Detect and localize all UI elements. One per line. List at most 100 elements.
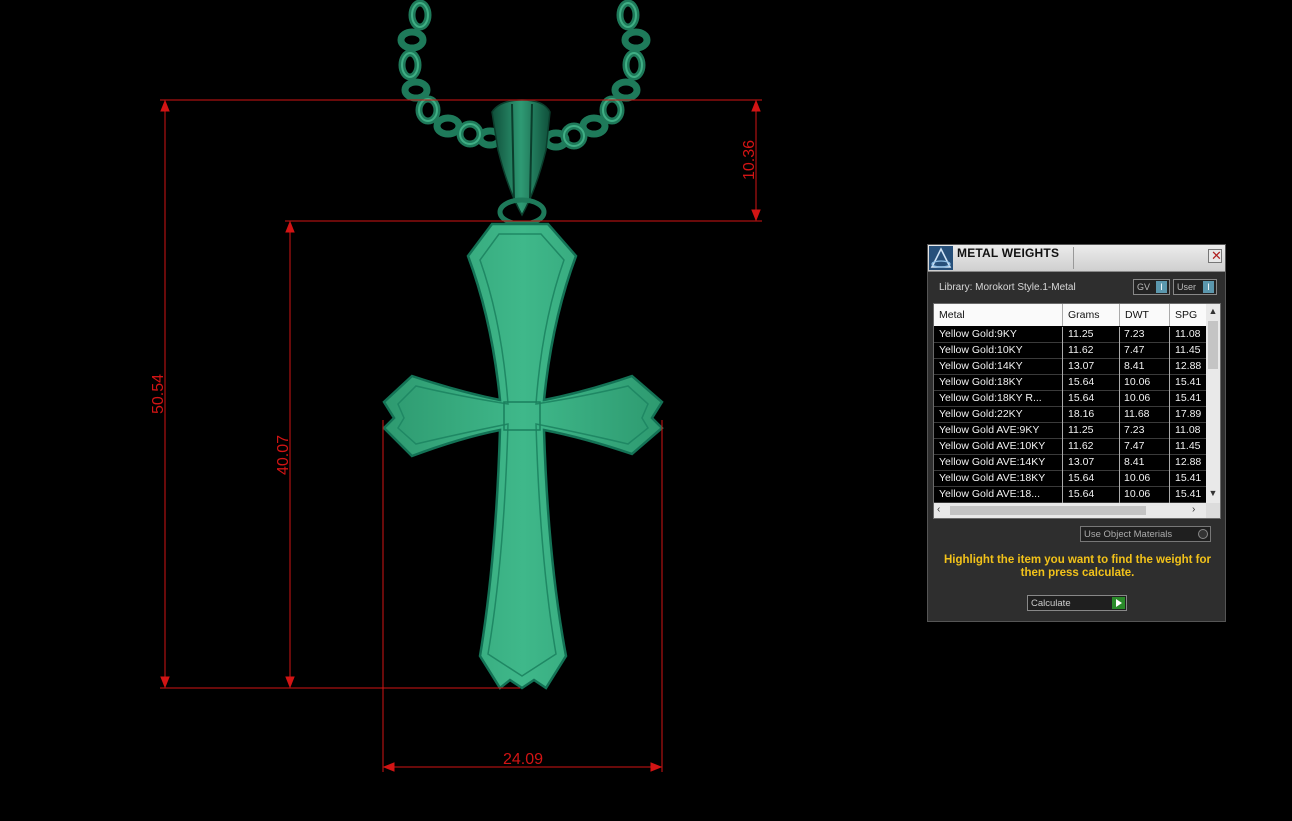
cell-metal: Yellow Gold:10KY xyxy=(939,344,1023,356)
cell-dwt: 8.41 xyxy=(1124,360,1145,372)
column-header-grams[interactable]: Grams xyxy=(1068,309,1100,321)
panel-title-bar[interactable]: METAL WEIGHTS ✕ xyxy=(928,245,1225,272)
cell-spg: 12.88 xyxy=(1175,360,1202,372)
app-logo-icon xyxy=(929,246,953,270)
table-row[interactable]: Yellow Gold AVE:10KY 11.62 7.47 11.45 xyxy=(934,439,1206,455)
play-arrow-icon xyxy=(1112,597,1125,609)
table-row[interactable]: Yellow Gold AVE:9KY 11.25 7.23 11.08 xyxy=(934,423,1206,439)
cell-spg: 11.08 xyxy=(1175,328,1201,340)
cell-dwt: 10.06 xyxy=(1124,392,1151,404)
cell-grams: 11.25 xyxy=(1068,424,1094,436)
table-row[interactable]: Yellow Gold:18KY R... 15.64 10.06 15.41 xyxy=(934,391,1206,407)
cell-metal: Yellow Gold:18KY xyxy=(939,376,1023,388)
cell-spg: 15.41 xyxy=(1175,376,1202,388)
cell-grams: 15.64 xyxy=(1068,488,1095,500)
cell-metal: Yellow Gold AVE:10KY xyxy=(939,440,1046,452)
toggle-indicator-icon: I xyxy=(1203,281,1214,293)
calculate-button[interactable]: Calculate xyxy=(1027,595,1127,611)
scroll-corner xyxy=(1206,503,1220,518)
cell-grams: 18.16 xyxy=(1068,408,1095,420)
cell-grams: 11.62 xyxy=(1068,440,1094,452)
cell-metal: Yellow Gold AVE:14KY xyxy=(939,456,1046,468)
toggle-indicator-icon: I xyxy=(1156,281,1167,293)
cell-spg: 11.45 xyxy=(1175,344,1201,356)
gv-label: GV xyxy=(1137,282,1151,292)
close-button[interactable]: ✕ xyxy=(1208,248,1222,263)
column-divider xyxy=(1062,327,1063,503)
cross-pendant xyxy=(382,222,664,690)
cell-grams: 13.07 xyxy=(1068,360,1095,372)
close-icon: ✕ xyxy=(1211,248,1222,263)
cell-dwt: 7.47 xyxy=(1124,440,1145,452)
cell-grams: 13.07 xyxy=(1068,456,1095,468)
dim-bail-height: 10.36 xyxy=(741,140,758,180)
use-object-materials-label: Use Object Materials xyxy=(1084,529,1173,540)
cell-dwt: 7.23 xyxy=(1124,328,1145,340)
library-label: Library: Morokort Style.1-Metal xyxy=(939,282,1076,293)
horizontal-scrollbar[interactable]: ‹ › xyxy=(934,503,1206,518)
cell-dwt: 10.06 xyxy=(1124,472,1151,484)
dim-total-height: 50.54 xyxy=(150,374,167,414)
cell-spg: 15.41 xyxy=(1175,472,1202,484)
cell-dwt: 11.68 xyxy=(1124,408,1150,420)
table-row[interactable]: Yellow Gold:9KY 11.25 7.23 11.08 xyxy=(934,327,1206,343)
horizontal-scroll-thumb[interactable] xyxy=(950,506,1146,515)
cell-metal: Yellow Gold:18KY R... xyxy=(939,392,1042,404)
scroll-right-icon[interactable]: › xyxy=(1192,504,1195,515)
instruction-text: Highlight the item you want to find the … xyxy=(943,554,1212,579)
use-object-materials-toggle[interactable]: Use Object Materials xyxy=(1080,526,1211,542)
column-header-metal[interactable]: Metal xyxy=(939,309,965,321)
cell-metal: Yellow Gold AVE:18... xyxy=(939,488,1040,500)
cell-dwt: 8.41 xyxy=(1124,456,1145,468)
header-divider xyxy=(1119,304,1120,326)
metal-table: Metal Grams DWT SPG Yellow Gold:9KY 11.25… xyxy=(933,303,1221,519)
user-toggle[interactable]: User I xyxy=(1173,279,1217,295)
metal-weights-panel: METAL WEIGHTS ✕ Library: Morokort Style.… xyxy=(927,244,1226,622)
table-row[interactable]: Yellow Gold:14KY 13.07 8.41 12.88 xyxy=(934,359,1206,375)
user-label: User xyxy=(1177,282,1197,292)
cell-spg: 12.88 xyxy=(1175,456,1202,468)
table-row[interactable]: Yellow Gold AVE:14KY 13.07 8.41 12.88 xyxy=(934,455,1206,471)
cell-grams: 11.25 xyxy=(1068,328,1094,340)
column-divider xyxy=(1169,327,1170,503)
title-separator xyxy=(1073,247,1074,269)
cell-dwt: 10.06 xyxy=(1124,488,1151,500)
table-header: Metal Grams DWT SPG xyxy=(934,304,1206,326)
dim-width: 24.09 xyxy=(503,751,543,768)
cell-grams: 11.62 xyxy=(1068,344,1094,356)
cell-dwt: 7.47 xyxy=(1124,344,1145,356)
cell-metal: Yellow Gold AVE:9KY xyxy=(939,424,1040,436)
radio-icon xyxy=(1198,529,1208,539)
table-row[interactable]: Yellow Gold:10KY 11.62 7.47 11.45 xyxy=(934,343,1206,359)
cell-metal: Yellow Gold AVE:18KY xyxy=(939,472,1046,484)
calculate-label: Calculate xyxy=(1031,598,1071,609)
vertical-scrollbar[interactable]: ▲ ▼ xyxy=(1206,304,1220,503)
cell-metal: Yellow Gold:9KY xyxy=(939,328,1017,340)
column-divider xyxy=(1119,327,1120,503)
scroll-down-icon[interactable]: ▼ xyxy=(1206,488,1220,500)
vertical-scroll-thumb[interactable] xyxy=(1208,321,1218,369)
cell-grams: 15.64 xyxy=(1068,376,1095,388)
cell-spg: 17.89 xyxy=(1175,408,1202,420)
gv-toggle[interactable]: GV I xyxy=(1133,279,1170,295)
table-row[interactable]: Yellow Gold:18KY 15.64 10.06 15.41 xyxy=(934,375,1206,391)
cell-dwt: 7.23 xyxy=(1124,424,1145,436)
table-row[interactable]: Yellow Gold AVE:18... 15.64 10.06 15.41 xyxy=(934,487,1206,503)
scroll-up-icon[interactable]: ▲ xyxy=(1206,306,1220,318)
panel-title: METAL WEIGHTS xyxy=(957,246,1060,260)
header-divider xyxy=(1062,304,1063,326)
column-header-spg[interactable]: SPG xyxy=(1175,309,1197,321)
cell-spg: 15.41 xyxy=(1175,488,1202,500)
cell-dwt: 10.06 xyxy=(1124,376,1151,388)
header-divider xyxy=(1169,304,1170,326)
cell-spg: 11.45 xyxy=(1175,440,1201,452)
table-row[interactable]: Yellow Gold AVE:18KY 15.64 10.06 15.41 xyxy=(934,471,1206,487)
cell-grams: 15.64 xyxy=(1068,472,1095,484)
scroll-left-icon[interactable]: ‹ xyxy=(937,504,940,515)
table-row[interactable]: Yellow Gold:22KY 18.16 11.68 17.89 xyxy=(934,407,1206,423)
bail xyxy=(491,99,551,227)
column-header-dwt[interactable]: DWT xyxy=(1125,309,1149,321)
dim-cross-height: 40.07 xyxy=(275,435,292,475)
cell-metal: Yellow Gold:14KY xyxy=(939,360,1023,372)
cell-metal: Yellow Gold:22KY xyxy=(939,408,1023,420)
